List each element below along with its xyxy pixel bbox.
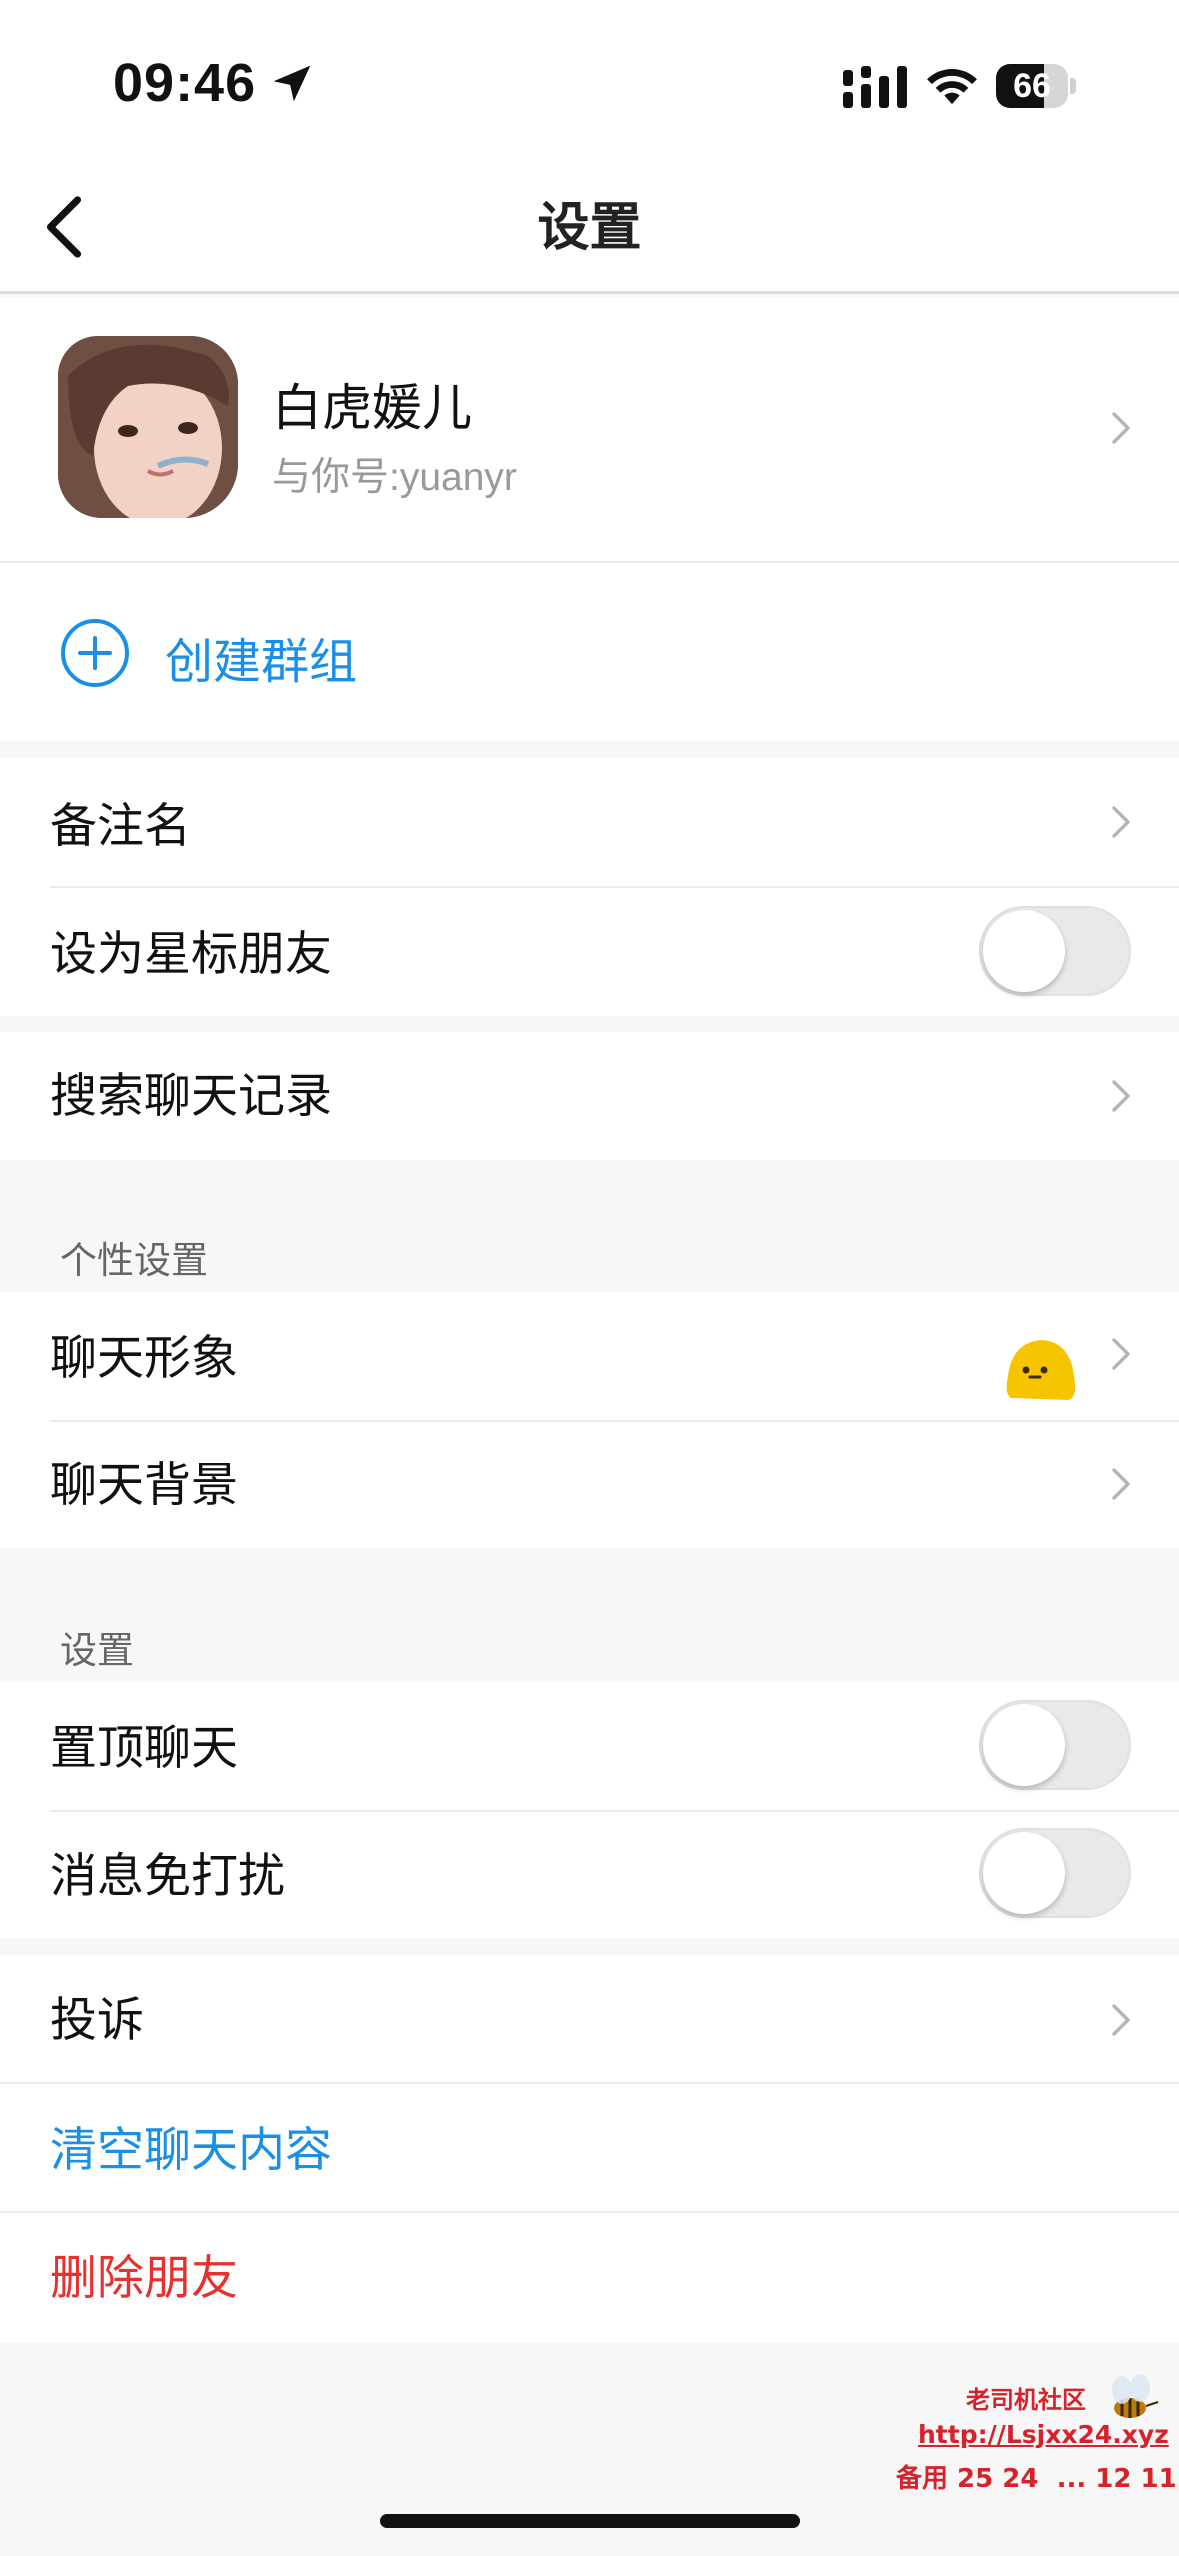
plus-circle-icon[interactable] — [60, 618, 130, 688]
mascot-emoji-icon — [1006, 1340, 1076, 1400]
chevron-right-icon — [1112, 1468, 1130, 1500]
clear-chat-button[interactable]: 清空聊天内容 — [50, 2120, 332, 2180]
watermark-line-3: 备用 25 24 ... 12 11 — [896, 2464, 1177, 2494]
section-header-personalization: 个性设置 — [60, 1240, 208, 1281]
chevron-right-icon — [1112, 2004, 1130, 2036]
chevron-right-icon — [1112, 412, 1130, 444]
pin-chat-label: 置顶聊天 — [50, 1721, 238, 1774]
chevron-right-icon — [1112, 806, 1130, 838]
page-title: 设置 — [537, 199, 642, 257]
mute-label: 消息免打扰 — [50, 1849, 285, 1902]
wifi-icon — [927, 69, 977, 105]
search-history-label[interactable]: 搜索聊天记录 — [50, 1066, 332, 1126]
chat-avatar-label[interactable]: 聊天形象 — [50, 1328, 238, 1388]
star-friend-toggle[interactable] — [979, 906, 1131, 996]
profile-name: 白虎媛儿 — [272, 380, 472, 436]
chevron-right-icon — [1112, 1080, 1130, 1112]
location-arrow-icon — [273, 65, 311, 102]
watermark-line-2: http://Lsjxx24.xyz — [918, 2420, 1169, 2449]
star-friend-label: 设为星标朋友 — [50, 927, 332, 980]
battery-level: 66 — [1013, 67, 1051, 105]
battery-icon: 66 — [996, 64, 1076, 108]
report-label[interactable]: 投诉 — [50, 1990, 144, 2050]
profile-account: 与你号:yuanyr — [272, 456, 517, 499]
avatar[interactable] — [58, 336, 238, 518]
watermark-line-1: 老司机社区 — [966, 2386, 1086, 2414]
chat-background-label[interactable]: 聊天背景 — [50, 1455, 238, 1515]
signal-icon — [843, 66, 907, 108]
avatar-portrait-icon — [58, 336, 238, 518]
section-header-settings: 设置 — [60, 1630, 134, 1671]
divider — [0, 2211, 1179, 2213]
divider — [50, 1810, 1179, 1812]
remark-label[interactable]: 备注名 — [50, 796, 191, 856]
pin-chat-toggle[interactable] — [979, 1700, 1131, 1790]
status-time: 09:46 — [113, 53, 257, 113]
home-indicator[interactable] — [380, 2514, 800, 2528]
divider — [0, 2082, 1179, 2084]
divider — [50, 886, 1179, 888]
chevron-right-icon — [1112, 1338, 1130, 1370]
mute-toggle[interactable] — [979, 1828, 1131, 1918]
create-group-label[interactable]: 创建群组 — [165, 622, 357, 692]
delete-friend-button[interactable]: 删除朋友 — [50, 2248, 238, 2308]
divider — [50, 1420, 1179, 1422]
